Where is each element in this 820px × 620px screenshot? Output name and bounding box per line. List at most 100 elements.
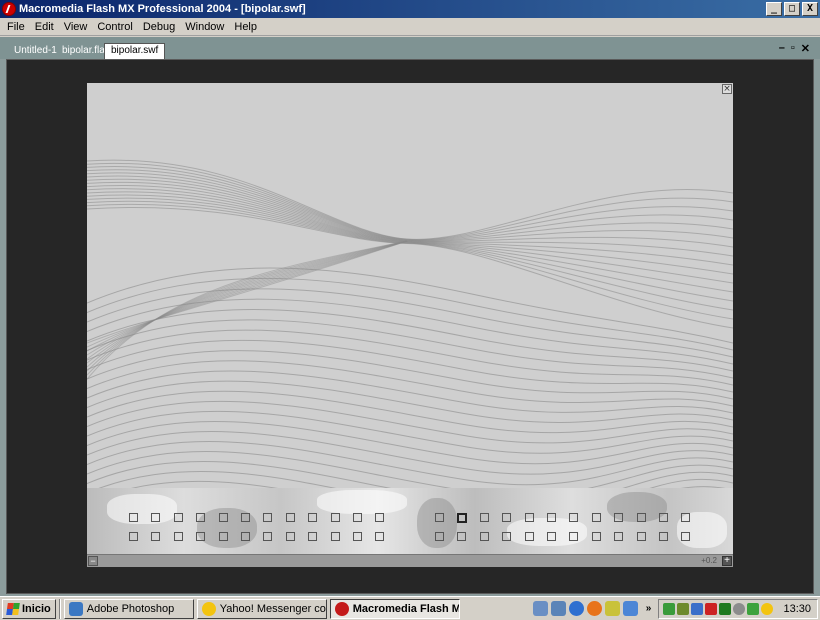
antivirus-icon[interactable]: [705, 603, 717, 615]
menu-file[interactable]: File: [2, 21, 30, 33]
zoom-in-button[interactable]: +: [722, 556, 732, 566]
internet-explorer-icon[interactable]: [568, 601, 584, 616]
slide-selector-square[interactable]: [479, 513, 489, 522]
flash-icon[interactable]: [2, 2, 16, 16]
network-icon[interactable]: [622, 601, 638, 616]
slide-selector-square[interactable]: [547, 513, 556, 522]
slide-selector-square[interactable]: [569, 513, 579, 522]
slide-selector-square[interactable]: [375, 532, 385, 541]
slide-selector-square[interactable]: [524, 513, 534, 522]
notepad-icon[interactable]: [532, 601, 548, 616]
slide-selector-square[interactable]: [196, 532, 206, 541]
zoom-out-button[interactable]: −: [88, 556, 98, 566]
doc-restore-button[interactable]: ▫: [791, 42, 795, 55]
tab-bipolar-fla[interactable]: bipolar.fla: [56, 44, 111, 59]
slide-selector-square[interactable]: [263, 532, 273, 541]
slide-selector-square[interactable]: [129, 513, 138, 522]
start-label: Inicio: [22, 602, 51, 615]
menu-debug[interactable]: Debug: [138, 21, 180, 33]
document-tab-strip: Untitled-1 bipolar.fla bipolar.swf – ▫ ✕: [0, 37, 820, 59]
slide-selector-square[interactable]: [241, 532, 250, 541]
slide-selector-square[interactable]: [196, 513, 206, 522]
slide-selector-square[interactable]: [547, 532, 556, 541]
slide-selector-square[interactable]: [375, 513, 385, 522]
slide-selector-square[interactable]: [591, 513, 601, 522]
windows-logo-icon: [6, 602, 20, 615]
wave-lines-graphic: [87, 159, 733, 488]
slide-selector-square[interactable]: [263, 513, 273, 522]
disconnected-icon[interactable]: [733, 603, 745, 615]
search-icon[interactable]: [550, 601, 566, 616]
media-icon[interactable]: [604, 601, 620, 616]
menu-window[interactable]: Window: [180, 21, 229, 33]
slide-selector-square[interactable]: [502, 532, 512, 541]
menu-view[interactable]: View: [59, 21, 93, 33]
menu-help[interactable]: Help: [229, 21, 262, 33]
task-yahoo-messenger[interactable]: Yahoo! Messenger con Voz: [196, 598, 327, 619]
slide-selector-square[interactable]: [614, 532, 624, 541]
slide-selector-square[interactable]: [614, 513, 624, 522]
slide-selector-square[interactable]: [636, 532, 646, 541]
slide-selector-square[interactable]: [218, 513, 228, 522]
quick-launch-chevron[interactable]: »: [646, 603, 652, 614]
slide-selector-square[interactable]: [479, 532, 489, 541]
volume-icon[interactable]: [677, 603, 689, 615]
task-flash-mx[interactable]: Macromedia Flash MX...: [329, 598, 460, 619]
slide-selector-square[interactable]: [435, 532, 444, 541]
start-button[interactable]: Inicio: [2, 598, 56, 619]
slide-selector-square[interactable]: [129, 532, 138, 541]
window-title: Macromedia Flash MX Professional 2004 - …: [19, 3, 306, 15]
clock: 13:30: [783, 603, 811, 615]
slide-selector-square[interactable]: [308, 532, 318, 541]
slide-selector-square[interactable]: [524, 532, 534, 541]
slide-selector-square[interactable]: [502, 513, 512, 522]
yahoo-tray-icon[interactable]: [761, 603, 773, 615]
menu-edit[interactable]: Edit: [30, 21, 59, 33]
slide-selector-square[interactable]: [151, 532, 161, 541]
yahoo-smiley-icon: [201, 601, 216, 616]
stage-close-icon[interactable]: ×: [722, 84, 732, 94]
taskbar-separator: [58, 598, 61, 619]
slide-selector-square[interactable]: [173, 513, 183, 522]
slide-selector-square[interactable]: [591, 532, 601, 541]
slide-selector-square[interactable]: [659, 532, 668, 541]
slide-selector-square[interactable]: [659, 513, 668, 522]
slide-selector-square[interactable]: [457, 513, 468, 523]
photo-thumbnail-strip: [87, 488, 733, 554]
slide-selector-square[interactable]: [569, 532, 579, 541]
slide-selector-square[interactable]: [330, 532, 340, 541]
task-photoshop[interactable]: Adobe Photoshop: [63, 598, 194, 619]
doc-minimize-button[interactable]: –: [779, 42, 785, 55]
tray-app-icon[interactable]: [663, 603, 675, 615]
monitor-icon[interactable]: [719, 603, 731, 615]
firefox-icon[interactable]: [586, 601, 602, 616]
tab-untitled-1[interactable]: Untitled-1: [8, 44, 63, 59]
slide-selector-square[interactable]: [435, 513, 444, 522]
close-button[interactable]: X: [802, 2, 818, 16]
slide-selector-square[interactable]: [308, 513, 318, 522]
slide-selector-square[interactable]: [173, 532, 183, 541]
tab-bipolar-swf[interactable]: bipolar.swf: [104, 43, 166, 59]
doc-close-button[interactable]: ✕: [801, 42, 810, 55]
stage-scrub-bar[interactable]: − +0.2 +: [87, 554, 733, 567]
slide-selector-square[interactable]: [285, 532, 295, 541]
slide-selector-square[interactable]: [241, 513, 250, 522]
slide-selector-square[interactable]: [681, 532, 691, 541]
slide-selector-square[interactable]: [457, 532, 467, 541]
sync-icon[interactable]: [691, 603, 703, 615]
maximize-button[interactable]: □: [784, 2, 800, 16]
taskbar: Inicio Adobe Photoshop Yahoo! Messenger …: [0, 596, 820, 620]
network-status-icon[interactable]: [747, 603, 759, 615]
slide-selector-square[interactable]: [330, 513, 340, 522]
flash-icon: [334, 601, 349, 616]
menu-control[interactable]: Control: [92, 21, 137, 33]
slide-selector-square[interactable]: [353, 513, 362, 522]
slide-selector-square[interactable]: [151, 513, 161, 522]
slide-selector-square[interactable]: [285, 513, 295, 522]
slide-selector-square[interactable]: [218, 532, 228, 541]
slide-selector-square[interactable]: [636, 513, 646, 522]
slide-selector-square[interactable]: [681, 513, 691, 522]
minimize-button[interactable]: _: [766, 2, 782, 16]
swf-stage[interactable]: × − +0.2 +: [87, 83, 733, 567]
slide-selector-square[interactable]: [353, 532, 362, 541]
